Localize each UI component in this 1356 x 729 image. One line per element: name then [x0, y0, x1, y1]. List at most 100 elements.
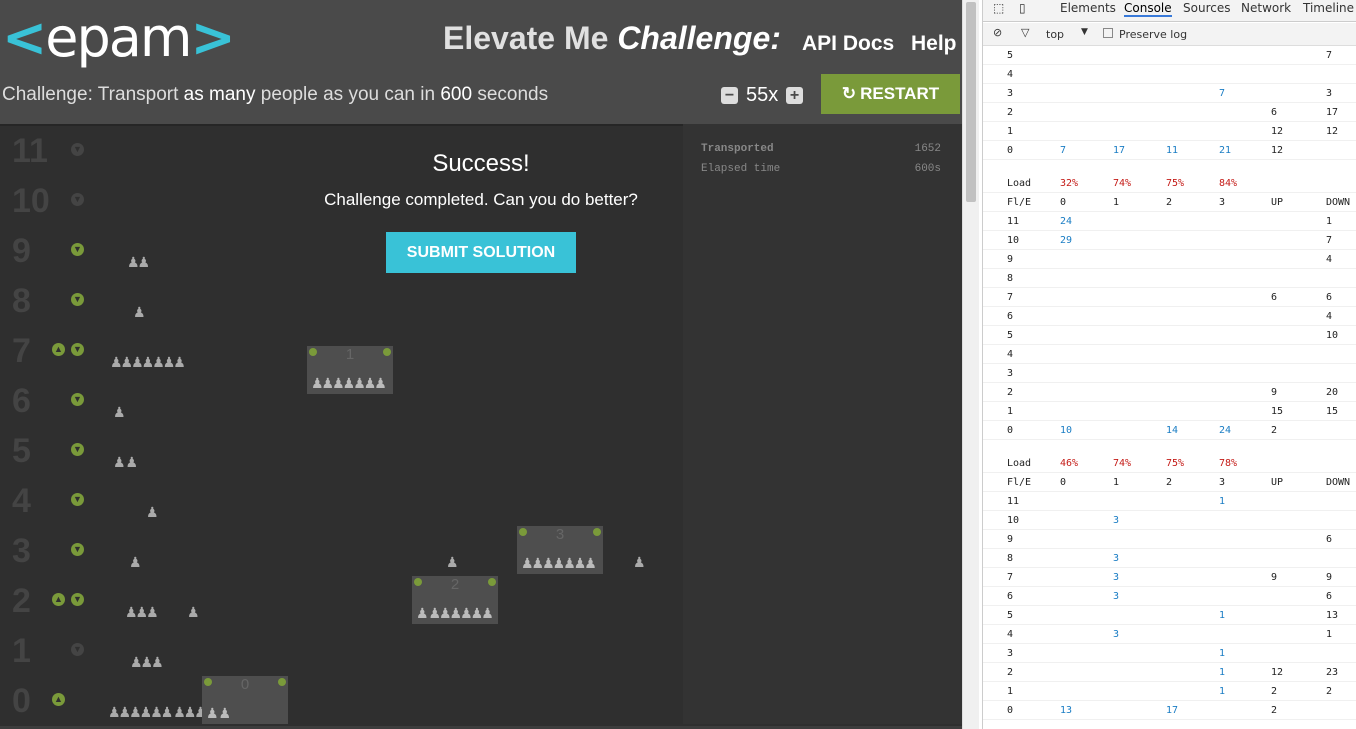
- console-row: 2 1 12 23: [983, 663, 1356, 682]
- tab-elements[interactable]: Elements: [1060, 1, 1116, 15]
- context-select[interactable]: top: [1046, 28, 1064, 41]
- console-cell: 4: [1326, 311, 1333, 322]
- floor-number: 4: [12, 482, 31, 520]
- console-cell: UP: [1271, 477, 1284, 488]
- console-cell: 32%: [1060, 178, 1079, 189]
- down-call-icon: ▼: [71, 643, 84, 656]
- speed-value: 55x: [746, 84, 779, 106]
- game-app: <epam> Elevate Me Challenge: API Docs He…: [0, 0, 962, 729]
- console-cell: 3: [1113, 553, 1120, 564]
- console-row: 4 3 1: [983, 625, 1356, 644]
- console-cell: 2: [1166, 197, 1173, 208]
- console-row: 8: [983, 269, 1356, 288]
- speed-increase-button[interactable]: +: [786, 87, 803, 104]
- console-row: 0 10 14 24 2: [983, 421, 1356, 440]
- console-cell: 1: [1007, 406, 1014, 417]
- console-cell: 9: [1007, 254, 1014, 265]
- console-row: 5 10: [983, 326, 1356, 345]
- waiting-people-icon: ♟: [146, 504, 158, 520]
- speed-decrease-button[interactable]: −: [721, 87, 738, 104]
- console-row: 4: [983, 345, 1356, 364]
- console-cell: 11: [1007, 216, 1020, 227]
- console-cell: 17: [1113, 145, 1126, 156]
- up-call-icon: ▲: [52, 693, 65, 706]
- waiting-people-icon: ♟♟: [127, 254, 150, 270]
- console-cell: 1: [1007, 686, 1014, 697]
- page-scrollbar[interactable]: [962, 0, 979, 729]
- console-cell: 15: [1326, 406, 1339, 417]
- console-cell: Fl/E: [1007, 477, 1032, 488]
- scrollbar-thumb[interactable]: [966, 2, 976, 202]
- console-cell: 17: [1326, 107, 1339, 118]
- api-docs-link[interactable]: API Docs: [802, 32, 894, 56]
- console-row: 11 24 1: [983, 212, 1356, 231]
- floor-number: 3: [12, 532, 31, 570]
- console-cell: 2: [1166, 477, 1173, 488]
- console-cell: 6: [1271, 107, 1278, 118]
- preserve-log-checkbox[interactable]: [1103, 28, 1113, 38]
- console-cell: 1: [1219, 648, 1226, 659]
- console-row: 1 15 15: [983, 402, 1356, 421]
- down-call-icon: ▼: [71, 593, 84, 606]
- console-cell: 0: [1007, 705, 1014, 716]
- floor-number: 0: [12, 682, 31, 720]
- console-cell: 3: [1326, 88, 1333, 99]
- console-cell: 3: [1219, 477, 1226, 488]
- stats-panel: Transported 1652 Elapsed time 600s: [683, 124, 962, 724]
- down-call-icon: ▼: [71, 443, 84, 456]
- console-row: 94: [983, 250, 1356, 269]
- waiting-people-icon: ♟: [446, 554, 458, 570]
- console-cell: 9: [1271, 387, 1278, 398]
- console-cell: 75%: [1166, 458, 1185, 469]
- down-call-icon: ▼: [71, 343, 84, 356]
- clear-console-icon[interactable]: ⊘: [993, 26, 1002, 39]
- console-row: 7 3 9 9: [983, 568, 1356, 587]
- console-load-row: Load 32% 74% 75% 84%: [983, 174, 1356, 193]
- console-row: 31: [983, 644, 1356, 663]
- help-link[interactable]: Help: [911, 32, 957, 56]
- console-cell: 1: [1113, 477, 1120, 488]
- console-cell: 8: [1007, 273, 1014, 284]
- console-spacer: [983, 160, 1356, 174]
- waiting-people-icon: ♟: [133, 304, 145, 320]
- console-row: 0 13 17 2: [983, 701, 1356, 720]
- waiting-people-icon: ♟: [129, 554, 141, 570]
- console-cell: 13: [1060, 705, 1073, 716]
- console-cell: 4: [1007, 629, 1014, 640]
- console-cell: 10: [1007, 235, 1020, 246]
- tab-console[interactable]: Console: [1124, 1, 1172, 17]
- submit-solution-button[interactable]: SUBMIT SOLUTION: [386, 232, 576, 273]
- tab-network[interactable]: Network: [1241, 1, 1291, 15]
- console-cell: 6: [1326, 591, 1333, 602]
- down-call-icon: ▼: [71, 243, 84, 256]
- console-cell: 17: [1166, 705, 1179, 716]
- console-cell: 2: [1271, 425, 1278, 436]
- console-cell: DOWN: [1326, 477, 1351, 488]
- epam-logo[interactable]: <epam>: [2, 6, 236, 69]
- console-cell: DOWN: [1326, 197, 1351, 208]
- console-cell: 1: [1219, 610, 1226, 621]
- header: <epam> Elevate Me Challenge: API Docs He…: [0, 0, 962, 124]
- console-cell: Load: [1007, 458, 1032, 469]
- filter-icon[interactable]: ▽: [1021, 26, 1029, 39]
- chevron-down-icon[interactable]: ▼: [1081, 27, 1088, 37]
- device-mode-icon[interactable]: ▯: [1019, 1, 1026, 15]
- restart-button[interactable]: ↻ RESTART: [821, 74, 960, 114]
- console-cell: 1: [1219, 667, 1226, 678]
- console-load-row: Load 46% 74% 75% 78%: [983, 454, 1356, 473]
- console-cell: 74%: [1113, 458, 1132, 469]
- console-row: 2 6 17: [983, 103, 1356, 122]
- floor-number: 10: [12, 182, 50, 220]
- console-cell: 6: [1007, 591, 1014, 602]
- console-cell: 3: [1113, 515, 1120, 526]
- inspect-icon[interactable]: ⬚: [993, 1, 1004, 15]
- console-cell: Load: [1007, 178, 1032, 189]
- tab-timeline[interactable]: Timeline: [1303, 1, 1354, 15]
- console-row: 1 12 12: [983, 122, 1356, 141]
- tab-sources[interactable]: Sources: [1183, 1, 1230, 15]
- console-cell: UP: [1271, 197, 1284, 208]
- console-cell: 7: [1007, 292, 1014, 303]
- console-toolbar: ⊘ ▽ top ▼ Preserve log: [983, 23, 1356, 46]
- console-cell: 4: [1007, 69, 1014, 80]
- console-row: 4: [983, 65, 1356, 84]
